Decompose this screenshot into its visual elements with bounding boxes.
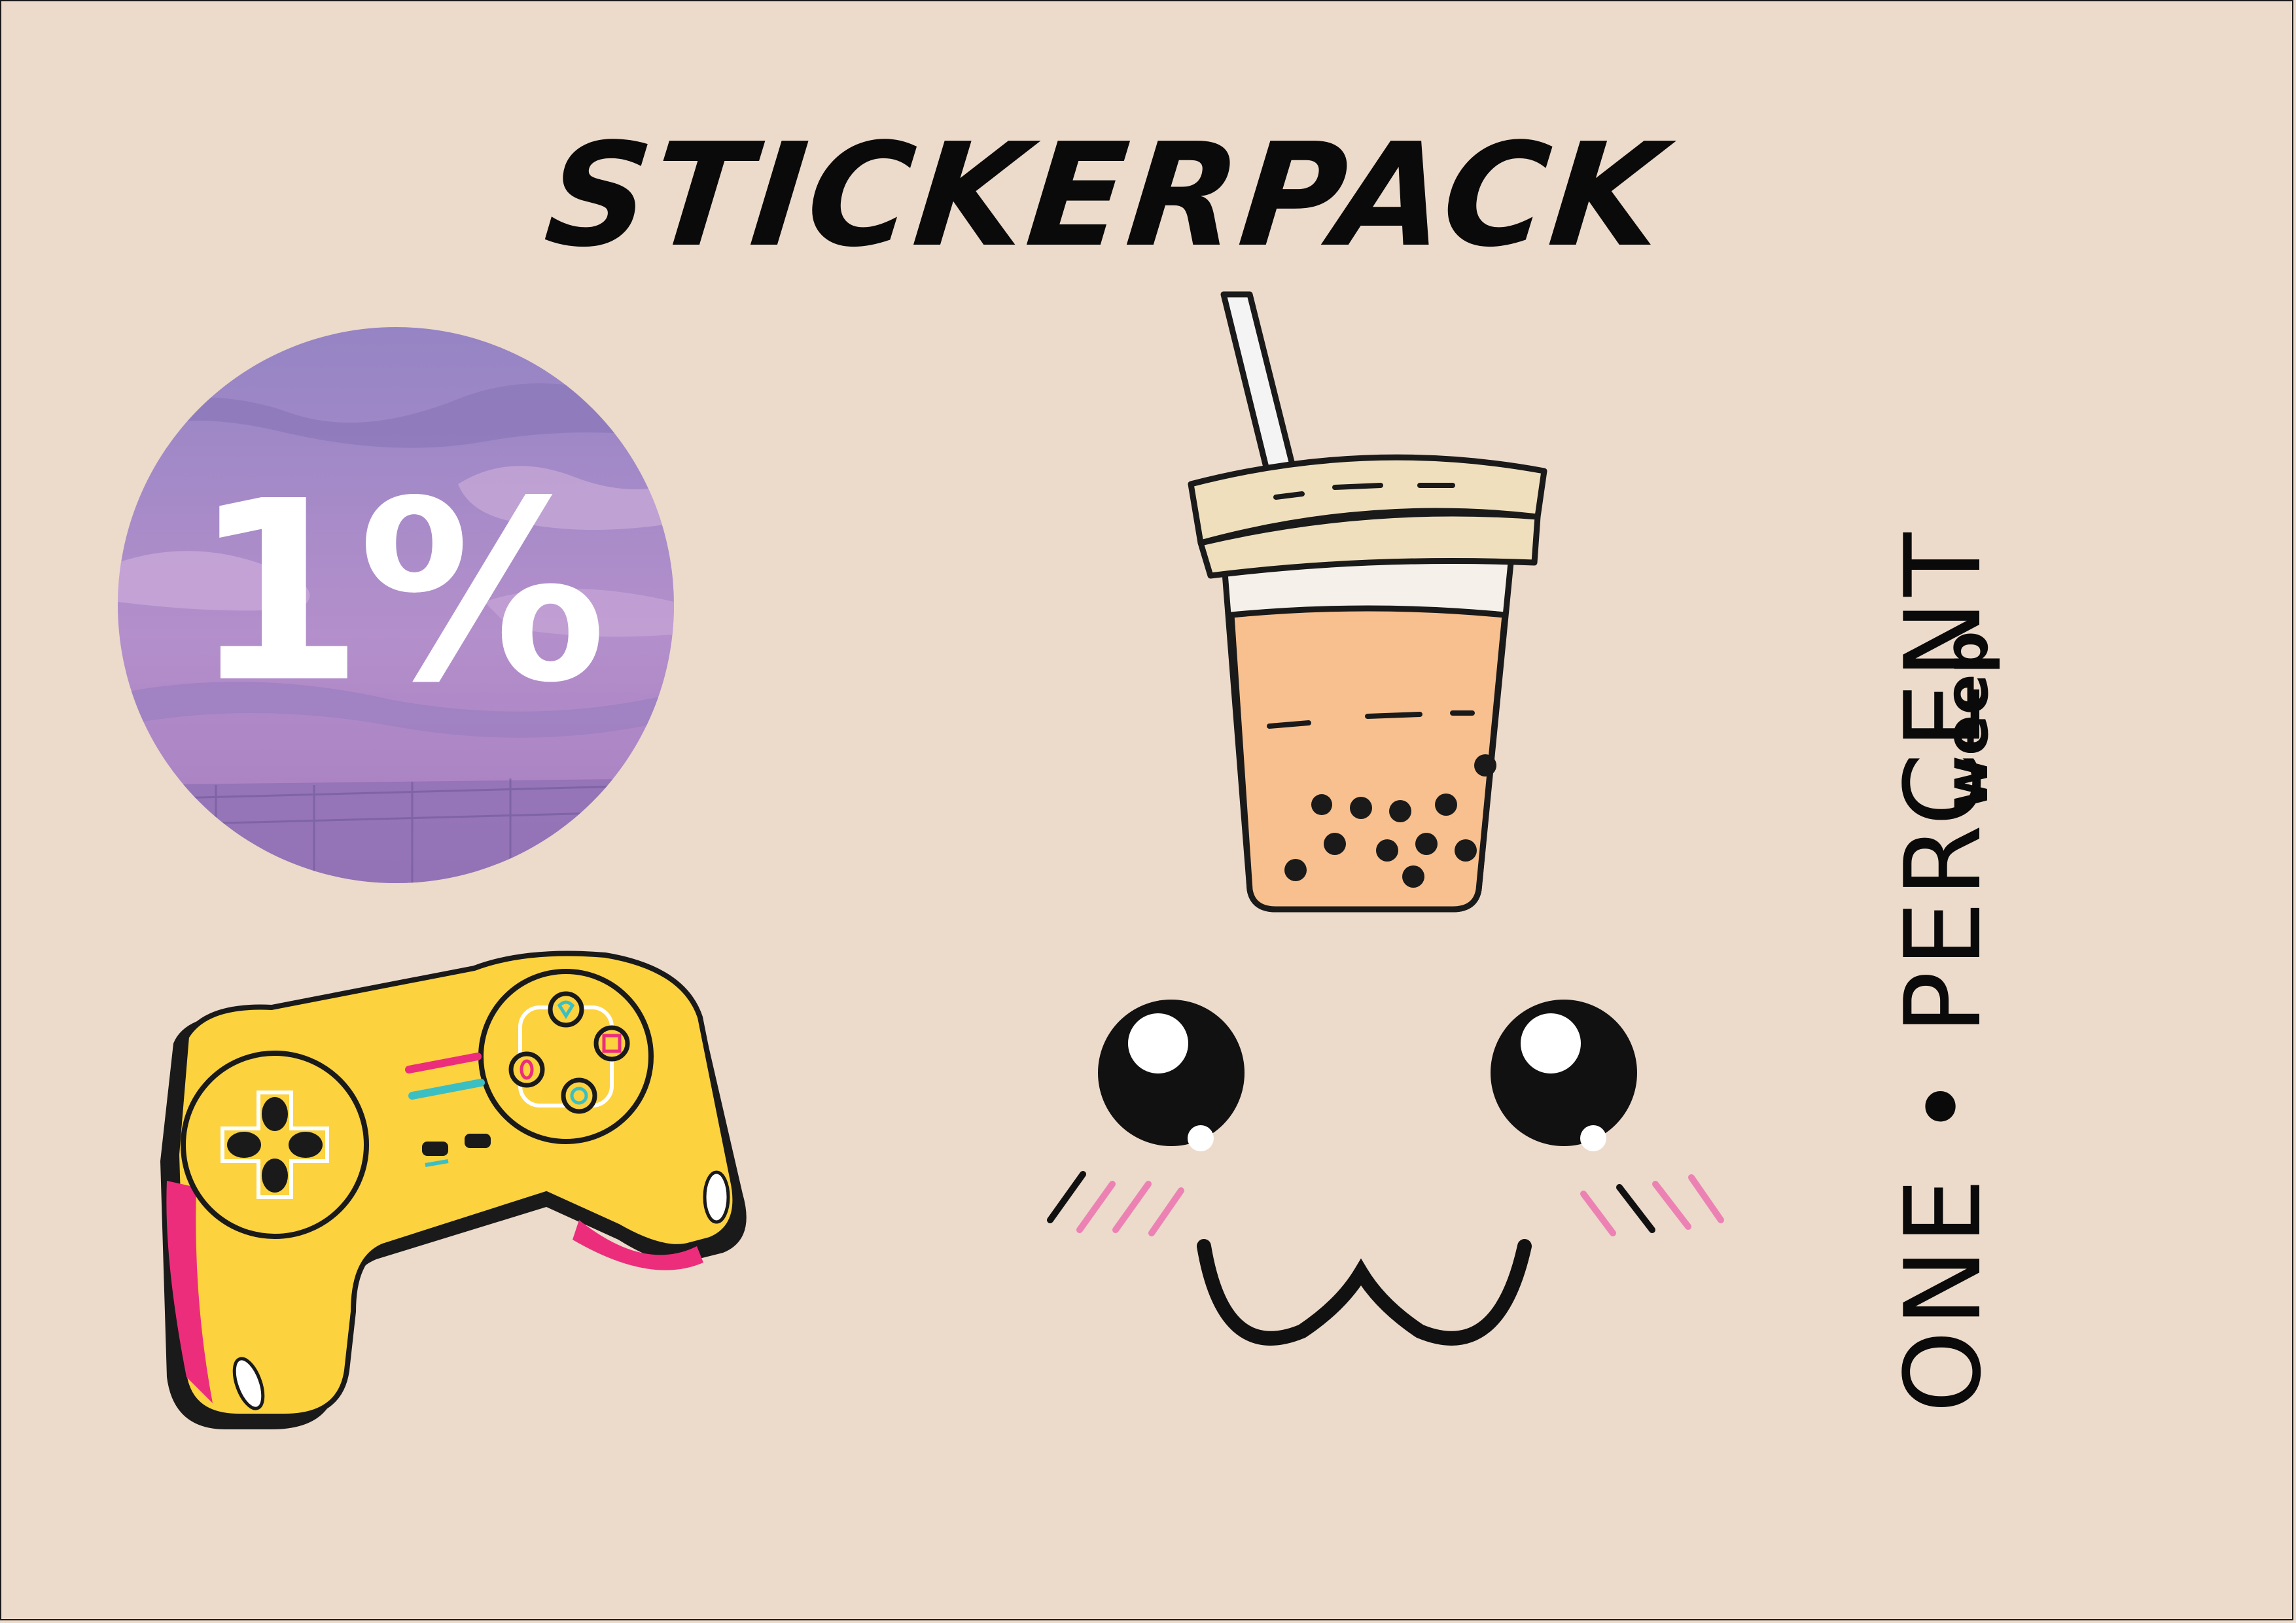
one-percent-badge-sticker: 1% <box>118 327 674 883</box>
page-title: STICKERPACK <box>539 113 1673 279</box>
game-controller-sticker <box>147 932 769 1442</box>
brand-subtitle: weep <box>1932 631 2002 811</box>
kawaii-face-icon <box>1047 1000 1724 1346</box>
bubble-tea-sticker <box>1171 281 1557 922</box>
game-controller-icon <box>160 951 747 1429</box>
kawaii-face-sticker <box>1027 998 1727 1384</box>
bubble-tea-icon <box>1188 291 1547 913</box>
badge-label: 1% <box>191 447 607 737</box>
vertical-brand-block: ONE • PERCENT <box>1871 432 2035 1413</box>
